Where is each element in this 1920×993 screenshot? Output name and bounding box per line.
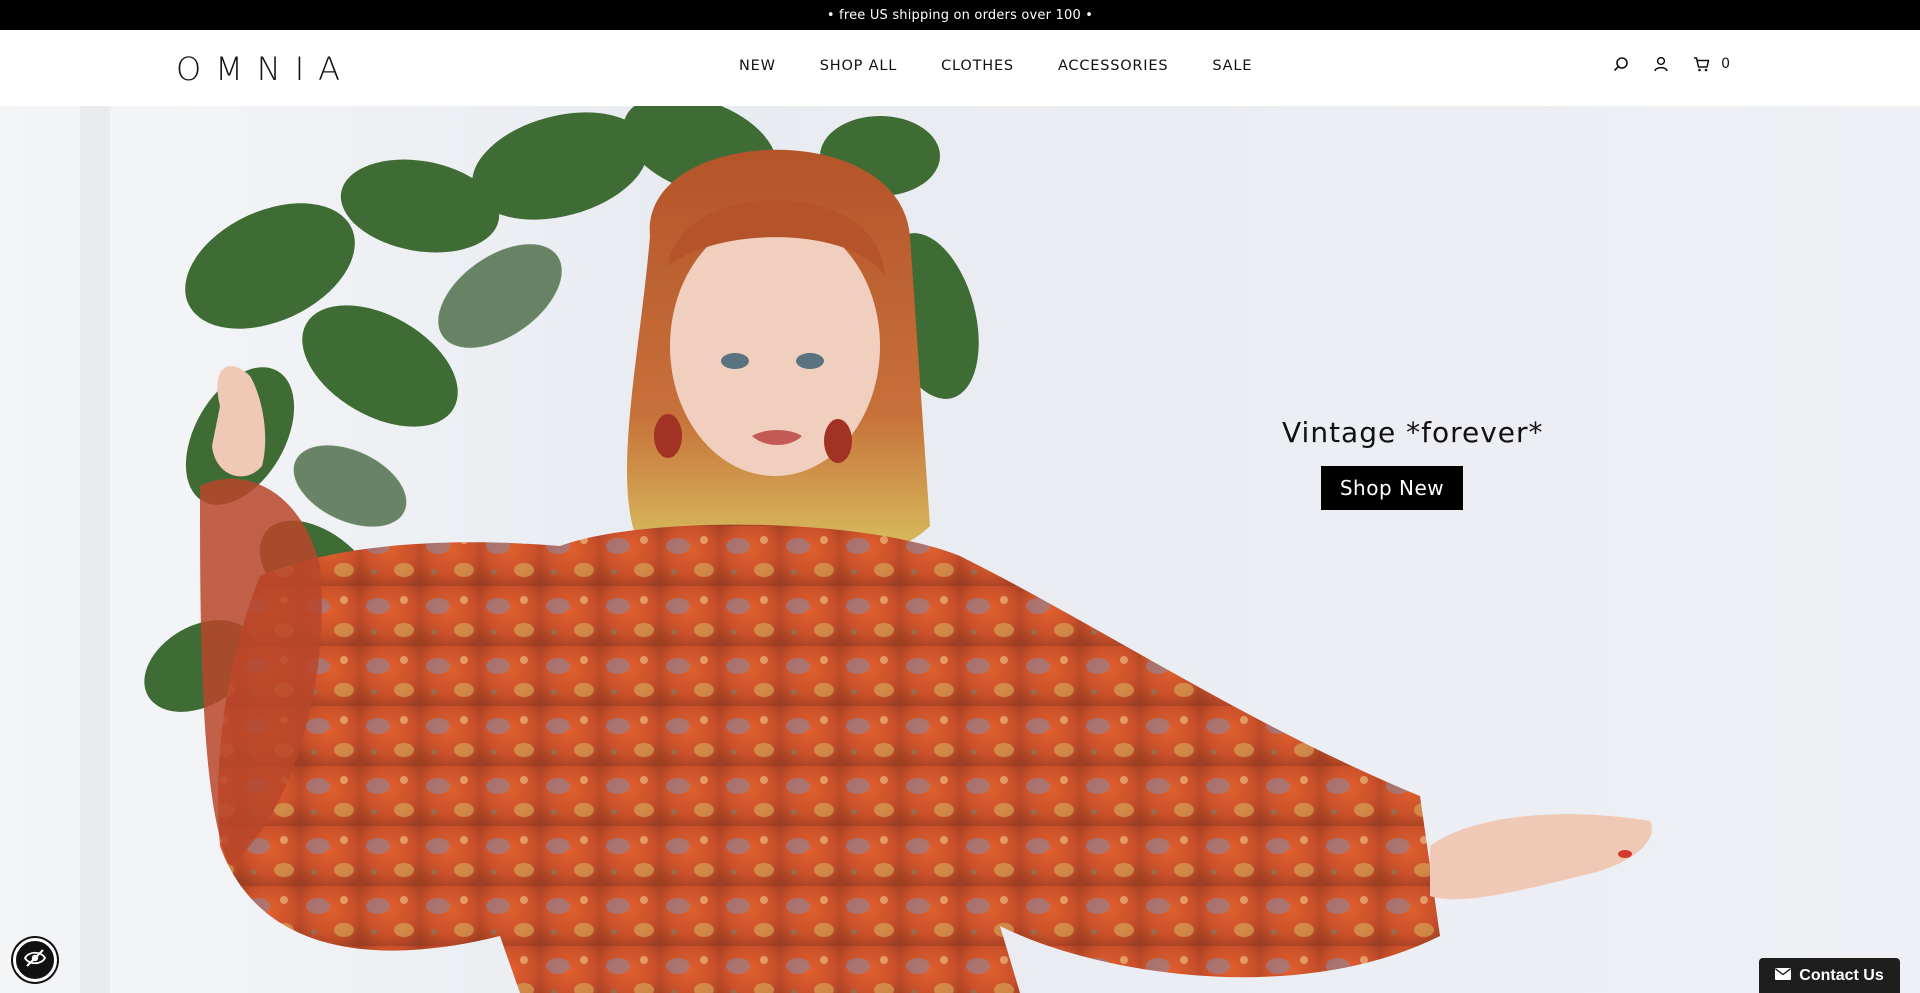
cart-count: 0: [1721, 56, 1730, 72]
contact-us-button[interactable]: Contact Us: [1759, 958, 1900, 993]
accessibility-eye-icon: [23, 948, 47, 972]
accessibility-button[interactable]: [13, 938, 57, 982]
hero-text-block: Vintage *forever* Shop New: [1282, 416, 1544, 510]
cart-icon: [1691, 54, 1711, 74]
logo[interactable]: OMNIA: [176, 50, 354, 88]
nav-accessories[interactable]: ACCESSORIES: [1058, 58, 1168, 74]
hero-heading: Vintage *forever*: [1282, 416, 1544, 449]
contact-us-label: Contact Us: [1799, 966, 1884, 984]
cart-button[interactable]: 0: [1691, 54, 1730, 74]
nav-clothes[interactable]: CLOTHES: [941, 58, 1014, 74]
site-header: OMNIA NEW SHOP ALL CLOTHES ACCESSORIES S…: [0, 30, 1920, 106]
search-icon[interactable]: [1611, 54, 1631, 74]
announcement-bar: • free US shipping on orders over 100 •: [0, 0, 1920, 30]
envelope-icon: [1775, 967, 1792, 985]
user-icon[interactable]: [1651, 54, 1671, 74]
hero-image: [0, 106, 1920, 993]
nav-shop-all[interactable]: SHOP ALL: [820, 58, 897, 74]
header-utilities: 0: [1611, 54, 1730, 74]
nav-new[interactable]: NEW: [739, 58, 776, 74]
nav-sale[interactable]: SALE: [1212, 58, 1252, 74]
hero-banner: Vintage *forever* Shop New: [0, 106, 1920, 993]
announcement-text: • free US shipping on orders over 100 •: [826, 7, 1094, 23]
shop-new-button[interactable]: Shop New: [1320, 466, 1464, 510]
main-nav: NEW SHOP ALL CLOTHES ACCESSORIES SALE: [739, 58, 1252, 74]
